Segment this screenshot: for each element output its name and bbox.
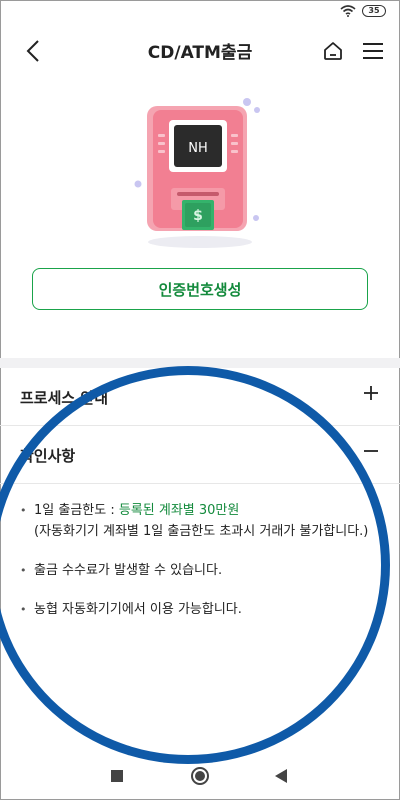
svg-text:$: $ (193, 208, 203, 224)
plus-icon (364, 386, 378, 400)
notice-highlight: 등록된 계좌별 30만원 (118, 503, 240, 518)
battery-indicator: 35 (362, 5, 386, 17)
home-icon (324, 42, 342, 60)
hamburger-menu-icon (363, 43, 383, 59)
square-icon[interactable] (111, 770, 123, 782)
system-nav-bar (0, 752, 400, 800)
notice-list: 1일 출금한도 : 등록된 계좌별 30만원 (자동화기기 계좌별 1일 출금한… (20, 500, 380, 638)
accordion-title: 확인사항 (20, 447, 76, 465)
wifi-icon (340, 5, 356, 17)
generate-auth-code-button[interactable]: 인증번호생성 (32, 268, 368, 310)
notice-label: 1일 출금한도 : (34, 503, 119, 518)
notice-item: 1일 출금한도 : 등록된 계좌별 30만원 (자동화기기 계좌별 1일 출금한… (20, 500, 380, 542)
accordion-title: 프로세스 안내 (20, 389, 109, 407)
minus-icon (364, 450, 378, 452)
section-divider (0, 358, 400, 368)
status-bar: 35 (0, 0, 400, 24)
accordion-check-items[interactable]: 확인사항 (0, 426, 400, 484)
home-button[interactable] (318, 36, 348, 66)
menu-button[interactable] (358, 36, 388, 66)
notice-text: 농협 자동화기기에서 이용 가능합니다. (34, 602, 242, 617)
accordion-process-guide[interactable]: 프로세스 안내 (0, 368, 400, 426)
app-header: CD/ATM출금 (0, 24, 400, 78)
atm-screen-label: NH (188, 141, 208, 156)
triangle-back-icon[interactable] (274, 768, 288, 784)
circle-home-icon[interactable] (191, 767, 209, 785)
notice-text: 출금 수수료가 발생할 수 있습니다. (34, 563, 223, 578)
notice-item: 출금 수수료가 발생할 수 있습니다. (20, 560, 380, 581)
atm-illustration: NH $ (125, 92, 275, 252)
notice-item: 농협 자동화기기에서 이용 가능합니다. (20, 599, 380, 620)
notice-detail: (자동화기기 계좌별 1일 출금한도 초과시 거래가 불가합니다.) (34, 524, 369, 539)
